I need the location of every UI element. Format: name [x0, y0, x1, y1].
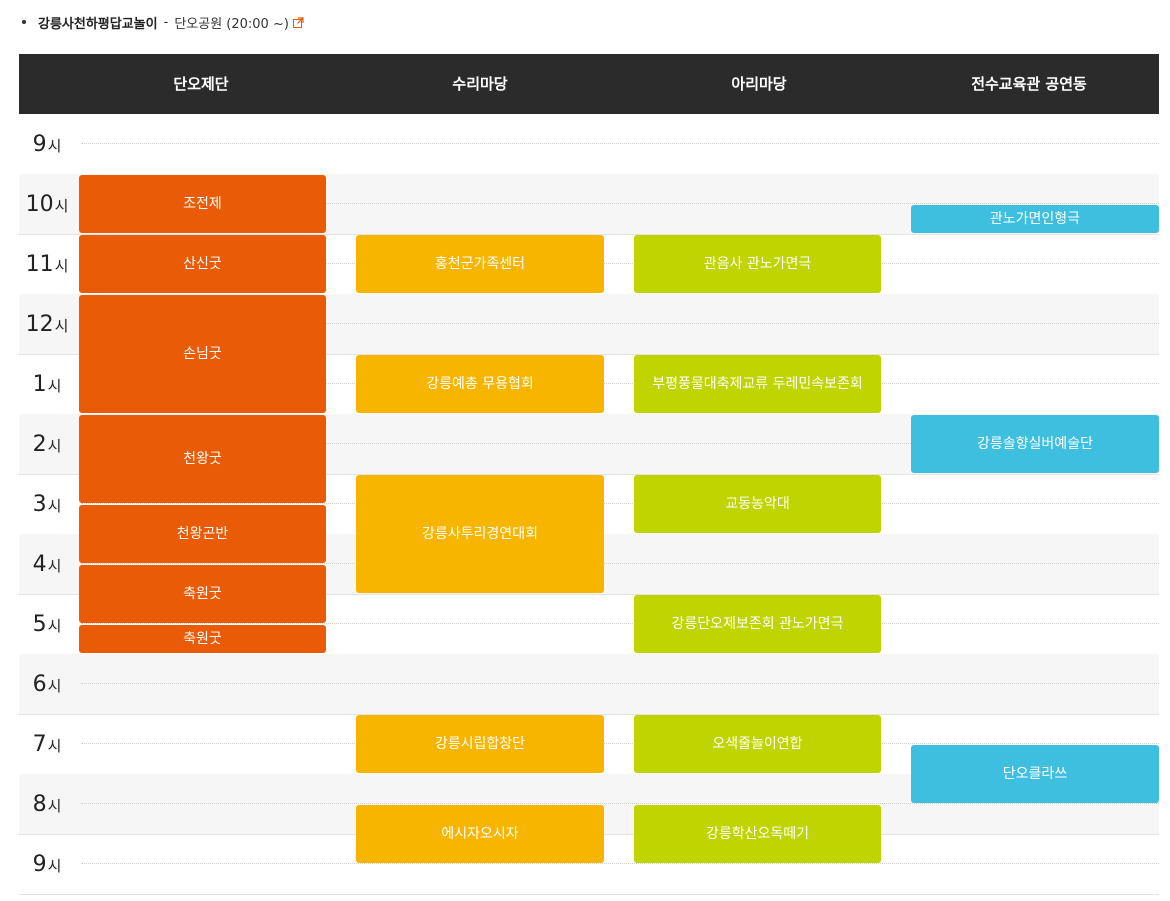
schedule-event[interactable]: 강릉단오제보존회 관노가면극 [634, 595, 881, 653]
hour-number: 12 [25, 311, 54, 337]
hour-unit: 시 [47, 137, 62, 155]
hour-label: 9시 [19, 114, 75, 174]
bullet-icon [22, 20, 26, 24]
hour-unit: 시 [47, 437, 62, 455]
schedule-event[interactable]: 강릉시립합창단 [356, 715, 604, 773]
schedule-event[interactable]: 교동농악대 [634, 475, 881, 533]
schedule-event[interactable]: 관노가면인형극 [911, 205, 1159, 233]
schedule-event[interactable]: 천왕곤반 [79, 505, 326, 563]
hour-label: 5시 [19, 594, 75, 654]
row-divider [81, 803, 1159, 804]
row-divider [81, 623, 1159, 624]
schedule-event[interactable]: 에시자오시자 [356, 805, 604, 863]
hour-number: 9 [32, 851, 47, 877]
venue-col-3: 전수교육관 공연동 [971, 75, 1087, 93]
time-row [19, 654, 1159, 715]
hour-number: 4 [32, 551, 47, 577]
hour-label: 9시 [19, 834, 75, 894]
venue-col-0: 단오제단 [173, 75, 229, 93]
notice-place[interactable]: 단오공원 (20:00 ~) [174, 13, 289, 32]
hour-number: 8 [32, 791, 47, 817]
hour-unit: 시 [54, 317, 69, 335]
schedule-event[interactable]: 오색줄놀이연합 [634, 715, 881, 773]
external-link-icon[interactable] [292, 16, 304, 28]
hour-number: 10 [25, 191, 54, 217]
hour-number: 7 [32, 731, 47, 757]
schedule-event[interactable]: 축원굿 [79, 565, 326, 623]
hour-unit: 시 [54, 257, 69, 275]
schedule-event[interactable]: 강릉사투리경연대회 [356, 475, 604, 593]
hour-label: 11 시 [19, 234, 75, 294]
hour-number: 5 [32, 611, 47, 637]
hour-label: 8시 [19, 774, 75, 834]
row-divider [81, 743, 1159, 744]
hour-number: 6 [32, 671, 47, 697]
schedule-event[interactable]: 강릉예총 무용협회 [356, 355, 604, 413]
schedule-event[interactable]: 손님굿 [79, 295, 326, 413]
time-row [19, 114, 1159, 175]
venue-header: 단오제단 수리마당 아리마당 전수교육관 공연동 [19, 54, 1159, 114]
row-divider [81, 863, 1159, 864]
row-divider [81, 563, 1159, 564]
hour-label: 3시 [19, 474, 75, 534]
hour-label: 12 시 [19, 294, 75, 354]
schedule-event[interactable]: 홍천군가족센터 [356, 235, 604, 293]
schedule-event[interactable]: 단오클라쓰 [911, 745, 1159, 803]
hour-unit: 시 [47, 497, 62, 515]
event-notice: 강릉사천하평답교놀이 - 단오공원 (20:00 ~) [22, 12, 304, 32]
row-divider [81, 143, 1159, 144]
hour-label: 2시 [19, 414, 75, 474]
hour-unit: 시 [47, 557, 62, 575]
hour-label: 4시 [19, 534, 75, 594]
hour-number: 3 [32, 491, 47, 517]
venue-col-2: 아리마당 [731, 75, 787, 93]
hour-number: 2 [32, 431, 47, 457]
notice-title: 강릉사천하평답교놀이 [38, 16, 158, 32]
schedule-event[interactable]: 강릉솔향실버예술단 [911, 415, 1159, 473]
schedule-event[interactable]: 조전제 [79, 175, 326, 233]
hour-label: 6시 [19, 654, 75, 714]
schedule-event[interactable]: 산신굿 [79, 235, 326, 293]
hour-unit: 시 [47, 617, 62, 635]
row-divider [81, 503, 1159, 504]
notice-separator: - [163, 14, 169, 30]
schedule-event[interactable]: 천왕굿 [79, 415, 326, 503]
row-divider [81, 683, 1159, 684]
hour-label: 10 시 [19, 174, 75, 234]
schedule-event[interactable]: 관음사 관노가면극 [634, 235, 881, 293]
hour-number: 1 [32, 371, 47, 397]
hour-unit: 시 [54, 197, 69, 215]
schedule-event[interactable]: 강릉학산오독떼기 [634, 805, 881, 863]
hour-unit: 시 [47, 737, 62, 755]
schedule-event[interactable]: 부평풍물대축제교류 두레민속보존회 [634, 355, 881, 413]
hour-unit: 시 [47, 857, 62, 875]
hour-number: 9 [32, 131, 47, 157]
hour-unit: 시 [47, 377, 62, 395]
hour-number: 11 [25, 251, 54, 277]
hour-label: 1시 [19, 354, 75, 414]
venue-col-1: 수리마당 [452, 75, 508, 93]
hour-unit: 시 [47, 677, 62, 695]
hour-unit: 시 [47, 797, 62, 815]
schedule-event[interactable]: 축원굿 [79, 625, 326, 653]
hour-label: 7시 [19, 714, 75, 774]
